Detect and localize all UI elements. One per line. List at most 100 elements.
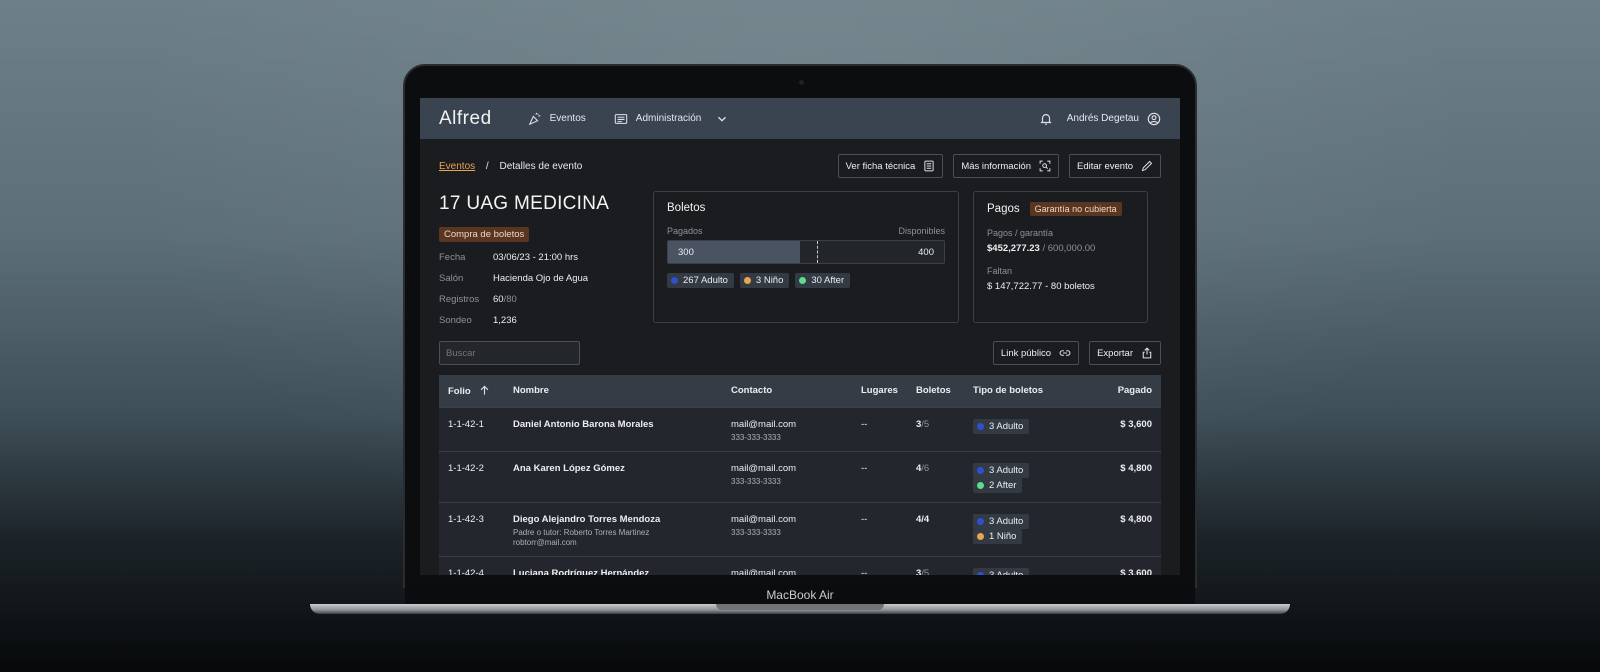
chip-nino: 3 Niño [739,273,790,288]
field-salon: Salón Hacienda Ojo de Agua [439,273,653,284]
exportar-label: Exportar [1097,347,1133,359]
editar-evento-button[interactable]: Editar evento [1069,154,1161,178]
ver-ficha-tecnica-button[interactable]: Ver ficha técnica [837,154,944,178]
ticket-type-dot [976,532,984,540]
table-toolbar: Link público Exportar [439,341,1161,365]
col-lugares[interactable]: Lugares [852,375,907,407]
boletos-total-count: /6 [921,462,930,474]
ticket-type-label: 3 Adulto [988,515,1024,527]
ticket-type-chip: 3 Adulto [972,513,1030,529]
device-label: MacBook Air [405,586,1195,604]
pagos-garantia-label: Pagos / garantía [987,228,1054,238]
chip-label: 267 Adulto [683,275,728,286]
link-publico-button[interactable]: Link público [992,341,1080,365]
ticket-type-chip: 3 Adulto [972,567,1030,575]
pagos-guarantee: / 600,000.00 [1039,243,1096,254]
table-row[interactable]: 1-1-42-4 Luciana Rodríguez Hernández mail@… [439,556,1161,575]
col-pagado[interactable]: Pagado [1094,375,1161,407]
arrow-up-icon[interactable] [479,385,490,396]
user-name: Andrés Degetau [1066,113,1139,124]
col-folio[interactable]: Folio [439,375,504,407]
cell-pagado: $ 3,600 [1120,418,1152,430]
guardian-email: robtorr@mail.com [513,537,577,547]
breadcrumb-current: Detalles de evento [499,160,583,172]
cell-tipo-boletos: 3 Adulto 1 Niño [964,502,1094,556]
list-icon [614,113,627,124]
nav-administracion[interactable]: Administración [614,112,730,126]
cell-boletos: 3/5 [907,407,964,451]
share-upload-icon [1142,347,1152,359]
table-row[interactable]: 1-1-42-1 Daniel Antonio Barona Morales mai… [439,407,1161,451]
field-registros: Registros 60/80 [439,294,653,305]
event-title: 17 UAG MEDICINA [439,193,610,214]
bell-icon[interactable] [1039,112,1053,126]
cell-tipo-boletos: 3 Adulto [964,556,1094,575]
contact-phone: 333-333-3333 [731,432,781,442]
cell-pagado: $ 3,600 [1120,567,1152,576]
nav-administracion-label: Administración [635,113,702,124]
table-body: 1-1-42-1 Daniel Antonio Barona Morales mai… [439,407,1161,575]
app-screen: Alfred Eventos Administración Andrés Deg… [420,98,1180,575]
col-tipo-boletos[interactable]: Tipo de boletos [964,375,1094,407]
ticket-type-label: 2 After [988,479,1017,491]
faltan-label: Faltan [987,266,1013,276]
field-label: Fecha [439,252,466,263]
ticket-type-dot [976,466,984,474]
boletos-progress-bar: 300 400 [667,240,945,264]
col-nombre[interactable]: Nombre [504,375,722,407]
exportar-button[interactable]: Exportar [1089,341,1161,365]
link-publico-label: Link público [1000,347,1052,359]
chip-label: 30 After [811,275,845,286]
cell-contacto: mail@mail.com 333-333-3333 [722,451,852,502]
table-row[interactable]: 1-1-42-3 Diego Alejandro Torres Mendoza Pa… [439,502,1161,556]
col-contacto[interactable]: Contacto [722,375,852,407]
cell-pagado: $ 4,800 [1120,513,1152,525]
ticket-type-chip: 3 Adulto [972,462,1030,478]
cell-contacto: mail@mail.com [722,556,852,576]
chip-label: 3 Niño [755,275,784,286]
cell-lugares: -- [861,418,868,430]
breadcrumb-eventos-link[interactable]: Eventos [439,161,475,172]
mas-informacion-button[interactable]: Más información [953,154,1060,178]
cell-pagado: $ 4,800 [1120,462,1152,474]
laptop-notch [716,604,884,610]
pagados-label: Pagados [667,226,703,236]
after-dot [799,277,807,284]
ticket-type-label: 3 Adulto [988,420,1024,432]
pagos-card: Pagos Garantía no cubierta Pagos / garant… [973,191,1148,323]
field-label: Registros [439,294,480,305]
editar-evento-label: Editar evento [1077,160,1133,172]
cell-boletos: 3/5 [907,556,964,576]
faltan-value: $ 147,722.77 - 80 boletos [987,281,1095,292]
boletos-type-chips: 267 Adulto 3 Niño 30 After [667,273,945,288]
search-box[interactable] [439,341,580,365]
table-row[interactable]: 1-1-42-2 Ana Karen López Gómez mail@mail.c… [439,451,1161,502]
camera [799,80,804,85]
boletos-total-count: /5 [921,418,930,430]
nav-eventos-label: Eventos [549,113,586,124]
app-logo[interactable]: Alfred [439,108,492,130]
ticket-type-chip: 3 Adulto [972,418,1030,434]
nav-eventos[interactable]: Eventos [528,112,586,126]
attendee-name: Diego Alejandro Torres Mendoza [513,513,661,525]
cell-boletos: 4/4 [907,502,964,556]
cell-folio: 1-1-42-3 [448,513,484,525]
cell-nombre: Luciana Rodríguez Hernández [504,556,722,576]
ticket-type-label: 3 Adulto [988,464,1024,476]
col-folio-label: Folio [448,385,471,397]
search-input[interactable] [446,347,578,359]
boletos-total-count: /5 [921,567,930,576]
garantia-warning-badge: Garantía no cubierta [1029,202,1122,216]
chip-adulto: 267 Adulto [667,273,734,288]
adulto-dot [671,277,678,284]
col-boletos[interactable]: Boletos [907,375,964,407]
cell-tipo-boletos: 3 Adulto [964,407,1094,451]
cell-folio: 1-1-42-1 [448,418,484,430]
breadcrumb: Eventos / Detalles de evento [439,161,582,172]
event-status-badge: Compra de boletos [439,227,530,242]
user-menu[interactable]: Andrés Degetau [1067,112,1161,126]
ticket-type-dot [976,571,984,575]
field-sondeo: Sondeo 1,236 [439,315,653,326]
pagos-garantia-value: $452,277.23 / 600,000.00 [987,243,1134,254]
field-value: 60/80 [493,294,517,305]
